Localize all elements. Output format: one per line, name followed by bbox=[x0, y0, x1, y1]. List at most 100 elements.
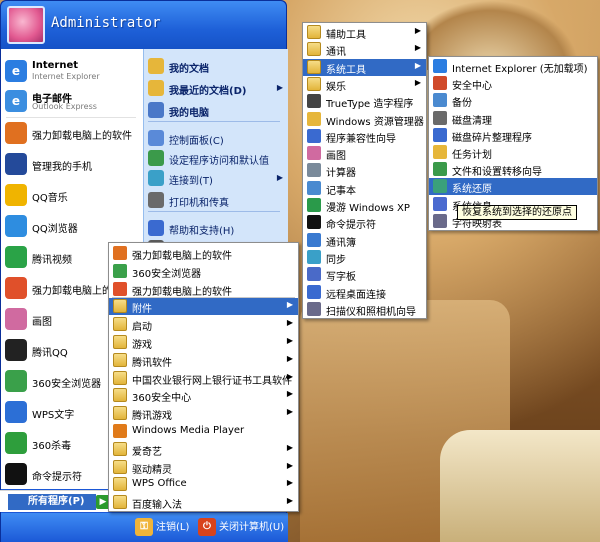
pinned-item[interactable]: e Internet Internet Explorer bbox=[0, 56, 142, 86]
places-item[interactable]: 打印机和传真 bbox=[142, 189, 287, 211]
places-item[interactable]: 设定程序访问和默认值 bbox=[142, 147, 287, 169]
menu-item[interactable]: 系统还原 bbox=[429, 178, 597, 196]
arrow-right-icon: ▶ bbox=[276, 83, 283, 92]
arrow-right-icon: ▶ bbox=[286, 407, 293, 417]
places-item[interactable]: 连接到(T) ▶ bbox=[142, 167, 287, 189]
qq-penguin-icon bbox=[5, 339, 27, 361]
menu-item[interactable]: 程序兼容性向导 bbox=[303, 128, 426, 145]
menu-item[interactable]: 通讯簿 bbox=[303, 232, 426, 249]
menu-item[interactable]: 文件和设置转移向导 bbox=[429, 161, 597, 178]
logoff-label: 注销(L) bbox=[156, 522, 190, 533]
menu-item[interactable]: 远程桌面连接 bbox=[303, 284, 426, 301]
menu-item[interactable]: 娱乐 ▶ bbox=[303, 76, 426, 93]
menu-item-label: 写字板 bbox=[326, 272, 356, 284]
places-item[interactable]: 帮助和支持(H) bbox=[142, 217, 287, 239]
pinned-item[interactable]: e 电子邮件 Outlook Express bbox=[0, 86, 142, 116]
explorer-icon bbox=[307, 111, 321, 126]
truetype-icon bbox=[307, 94, 321, 109]
menu-item-label: 文件和设置转移向导 bbox=[452, 167, 542, 179]
places-separator bbox=[148, 211, 280, 212]
menu-item-label: 磁盘清理 bbox=[452, 115, 492, 127]
qq-browser-icon bbox=[5, 215, 27, 237]
help-icon bbox=[148, 220, 164, 236]
menu-item-label: Windows 资源管理器 bbox=[326, 116, 424, 128]
menu-item[interactable]: 写字板 bbox=[303, 266, 426, 283]
recent-program-label: 画图 bbox=[32, 317, 52, 328]
menu-item[interactable]: TrueType 造字程序 bbox=[303, 93, 426, 110]
menu-item[interactable]: 磁盘清理 bbox=[429, 110, 597, 127]
recent-program-label: QQ音乐 bbox=[32, 193, 68, 204]
menu-item[interactable]: 强力卸载电脑上的软件 bbox=[109, 245, 298, 262]
menu-item[interactable]: 安全中心 bbox=[429, 75, 597, 92]
menu-item[interactable]: 爱奇艺 ▶ bbox=[109, 441, 298, 458]
menu-item[interactable]: 辅助工具 ▶ bbox=[303, 24, 426, 41]
menu-item-label: 远程桌面连接 bbox=[326, 289, 386, 301]
recent-program-item[interactable]: 强力卸载电脑上的软件 bbox=[0, 118, 142, 146]
menu-item[interactable]: 磁盘碎片整理程序 bbox=[429, 127, 597, 144]
menu-item[interactable]: 游戏 ▶ bbox=[109, 334, 298, 351]
menu-item[interactable]: 360安全浏览器 bbox=[109, 263, 298, 280]
menu-item-label: 画图 bbox=[326, 151, 346, 163]
default-programs-icon bbox=[148, 150, 164, 166]
menu-item-label: 驱动精灵 bbox=[132, 464, 172, 476]
menu-item[interactable]: Internet Explorer (无加载项) bbox=[429, 58, 597, 75]
menu-item[interactable]: 360安全中心 ▶ bbox=[109, 387, 298, 404]
folder-icon bbox=[113, 459, 127, 474]
menu-item[interactable]: 腾讯游戏 ▶ bbox=[109, 405, 298, 422]
recent-program-item[interactable]: 管理我的手机 bbox=[0, 149, 142, 177]
menu-item-label: WPS Office bbox=[132, 478, 187, 490]
logoff-button[interactable]: ⚿ 注销(L) bbox=[135, 518, 189, 538]
menu-item-label: 爱奇艺 bbox=[132, 446, 162, 458]
menu-item[interactable]: 备份 bbox=[429, 92, 597, 109]
scheduled-tasks-icon bbox=[433, 145, 447, 159]
menu-item[interactable]: 画图 bbox=[303, 145, 426, 162]
arrow-right-icon: ▶ bbox=[286, 300, 293, 310]
user-avatar[interactable] bbox=[7, 6, 45, 44]
menu-item[interactable]: 计算器 bbox=[303, 162, 426, 179]
menu-item-label: 强力卸载电脑上的软件 bbox=[132, 286, 232, 298]
recent-program-item[interactable]: QQ浏览器 bbox=[0, 211, 142, 239]
menu-item[interactable]: 通讯 ▶ bbox=[303, 41, 426, 58]
menu-item-label: 通讯簿 bbox=[326, 237, 356, 249]
menu-item[interactable]: 扫描仪和照相机向导 bbox=[303, 301, 426, 318]
menu-item-label: 中国农业银行网上银行证书工具软件 bbox=[132, 375, 292, 387]
places-item[interactable]: 我的电脑 bbox=[142, 99, 287, 121]
places-item[interactable]: 我的文档 bbox=[142, 55, 287, 77]
menu-item[interactable]: WPS Office ▶ bbox=[109, 476, 298, 493]
menu-item[interactable]: 中国农业银行网上银行证书工具软件 ▶ bbox=[109, 370, 298, 387]
menu-item[interactable]: 附件 ▶ bbox=[109, 298, 298, 316]
places-item[interactable]: 控制面板(C) bbox=[142, 127, 287, 149]
menu-item[interactable]: 任务计划 bbox=[429, 144, 597, 161]
recent-program-item[interactable]: QQ音乐 bbox=[0, 180, 142, 208]
arrow-right-icon: ▶ bbox=[414, 77, 421, 87]
menu-item[interactable]: 腾讯软件 ▶ bbox=[109, 352, 298, 369]
shutdown-button[interactable]: ⏻ 关闭计算机(U) bbox=[198, 518, 284, 538]
menu-item[interactable]: 系统工具 ▶ bbox=[303, 58, 426, 76]
menu-item[interactable]: 同步 bbox=[303, 249, 426, 266]
menu-item[interactable]: 驱动精灵 ▶ bbox=[109, 459, 298, 476]
menu-item[interactable]: 命令提示符 bbox=[303, 214, 426, 231]
menu-item[interactable]: Windows 资源管理器 bbox=[303, 111, 426, 128]
menu-item-label: Windows Media Player bbox=[132, 425, 245, 436]
menu-item-label: 腾讯软件 bbox=[132, 357, 172, 369]
menu-item[interactable]: Windows Media Player bbox=[109, 423, 298, 440]
menu-item[interactable]: 启动 ▶ bbox=[109, 316, 298, 333]
internet-explorer-icon: e bbox=[5, 60, 27, 82]
folder-icon bbox=[113, 299, 127, 314]
menu-item-label: 辅助工具 bbox=[326, 30, 366, 41]
folder-icon bbox=[307, 42, 321, 57]
folder-icon bbox=[113, 441, 127, 456]
places-item-label: 设定程序访问和默认值 bbox=[169, 156, 269, 167]
menu-item-label: 通讯 bbox=[326, 47, 346, 59]
power-icon: ⏻ bbox=[198, 518, 216, 536]
menu-item[interactable]: 记事本 bbox=[303, 180, 426, 197]
menu-item[interactable]: 百度输入法 ▶ bbox=[109, 494, 298, 511]
360-antivirus-icon bbox=[5, 432, 27, 454]
connect-to-icon bbox=[148, 170, 164, 186]
menu-item[interactable]: 漫游 Windows XP bbox=[303, 197, 426, 214]
recent-program-label: 腾讯QQ bbox=[32, 348, 68, 359]
paint-icon bbox=[5, 308, 27, 330]
menu-item[interactable]: 强力卸载电脑上的软件 bbox=[109, 281, 298, 298]
tour-icon bbox=[307, 198, 321, 212]
places-item[interactable]: 我最近的文档(D) ▶ bbox=[142, 77, 287, 99]
